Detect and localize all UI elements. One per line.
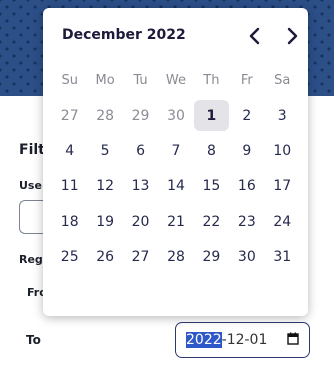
calendar-day[interactable]: 20: [123, 204, 158, 239]
calendar-day[interactable]: 26: [87, 239, 122, 274]
calendar-day[interactable]: 9: [229, 133, 264, 168]
calendar-day[interactable]: 27: [123, 239, 158, 274]
calendar-day[interactable]: 4: [52, 133, 87, 168]
calendar-day[interactable]: 23: [229, 204, 264, 239]
weekday-header: Tu: [133, 72, 148, 88]
calendar-day[interactable]: 7: [158, 133, 193, 168]
calendar-day[interactable]: 5: [87, 133, 122, 168]
weekday-header: Th: [203, 72, 220, 88]
calendar-day-today[interactable]: 1: [194, 100, 229, 132]
to-date-input[interactable]: 2022 -12-01: [175, 322, 310, 358]
calendar-day[interactable]: 3: [265, 98, 300, 133]
weekday-header: Fr: [240, 72, 253, 88]
calendar-day[interactable]: 10: [265, 133, 300, 168]
chevron-left-icon[interactable]: [246, 26, 264, 46]
chevron-right-icon[interactable]: [283, 26, 301, 46]
calendar-day[interactable]: 8: [194, 133, 229, 168]
calendar-day[interactable]: 18: [52, 204, 87, 239]
calendar-day[interactable]: 15: [194, 169, 229, 204]
calendar-day[interactable]: 17: [265, 169, 300, 204]
calendar-day-outside-month[interactable]: 30: [158, 98, 193, 133]
calendar-grid: Su Mo Tu We Th Fr Sa 27 28 29 30 1 2 3 4 5 6 7 8 9 10 11 12 13 1…: [52, 62, 300, 310]
user-label: Use: [19, 179, 42, 192]
weekday-header: Su: [61, 72, 78, 88]
datepicker-popup: December 2022 Su Mo Tu We Th Fr Sa 27 28 29 30 1 2 3 4…: [43, 8, 308, 316]
weekday-header: Mo: [95, 72, 115, 88]
calendar-day[interactable]: 29: [194, 239, 229, 274]
calendar-day[interactable]: 12: [87, 169, 122, 204]
calendar-day-outside-month[interactable]: 27: [52, 98, 87, 133]
calendar-icon[interactable]: [287, 332, 299, 345]
calendar-day[interactable]: 2: [229, 98, 264, 133]
to-label: To: [26, 333, 41, 347]
calendar-day[interactable]: 6: [123, 133, 158, 168]
calendar-day[interactable]: 16: [229, 169, 264, 204]
month-label: December 2022: [62, 27, 186, 43]
calendar-day[interactable]: 14: [158, 169, 193, 204]
calendar-day[interactable]: 11: [52, 169, 87, 204]
calendar-day-outside-month[interactable]: 28: [87, 98, 122, 133]
calendar-day[interactable]: 28: [158, 239, 193, 274]
to-date-month-day[interactable]: -12-01: [222, 332, 268, 348]
calendar-day[interactable]: 25: [52, 239, 87, 274]
calendar-day[interactable]: 30: [229, 239, 264, 274]
calendar-day[interactable]: 24: [265, 204, 300, 239]
calendar-day-outside-month[interactable]: 29: [123, 98, 158, 133]
weekday-header: We: [165, 72, 187, 88]
to-date-year[interactable]: 2022: [186, 332, 222, 348]
filter-heading: Filt: [19, 142, 45, 158]
calendar-day[interactable]: 22: [194, 204, 229, 239]
calendar-day[interactable]: 19: [87, 204, 122, 239]
calendar-day[interactable]: 31: [265, 239, 300, 274]
calendar-day[interactable]: 13: [123, 169, 158, 204]
weekday-header: Sa: [274, 72, 291, 88]
calendar-day[interactable]: 21: [158, 204, 193, 239]
